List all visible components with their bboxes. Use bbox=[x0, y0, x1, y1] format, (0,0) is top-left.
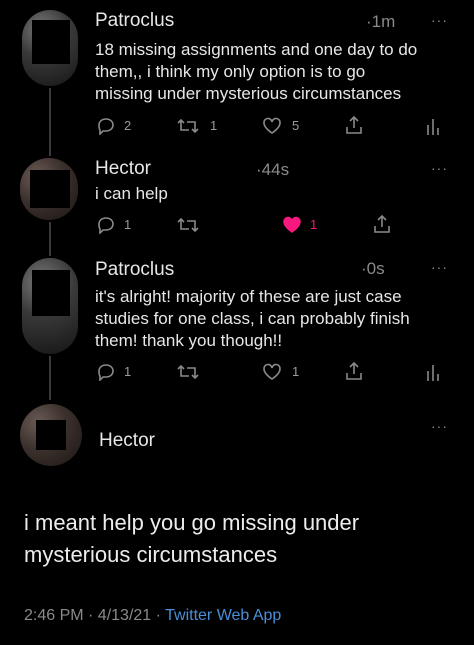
avatar[interactable] bbox=[22, 10, 78, 86]
retweet-count: 1 bbox=[210, 118, 218, 133]
avatar-redaction bbox=[36, 420, 66, 450]
tweet-text: 18 missing assignments and one day to do… bbox=[95, 39, 455, 105]
tweet-text-line: them,, i think my only option is to go bbox=[95, 62, 366, 81]
reply-count: 1 bbox=[124, 217, 132, 232]
avatar-redaction bbox=[30, 170, 70, 208]
tweet-time[interactable]: ·44s bbox=[256, 160, 289, 180]
author-name[interactable]: Patroclus bbox=[95, 259, 174, 281]
tweet-text: it's alright! majority of these are just… bbox=[95, 286, 455, 352]
retweet-icon[interactable] bbox=[176, 363, 200, 381]
timestamp[interactable]: 2:46 PM · 4/13/21 · bbox=[24, 607, 165, 624]
reply-icon[interactable] bbox=[96, 117, 116, 135]
avatar[interactable] bbox=[22, 258, 78, 354]
tweet-text-line: i can help bbox=[95, 184, 168, 203]
like-count: 1 bbox=[310, 217, 318, 232]
reply-count: 2 bbox=[124, 118, 132, 133]
author-name[interactable]: Hector bbox=[99, 430, 155, 452]
more-icon[interactable]: ··· bbox=[431, 160, 448, 176]
like-icon[interactable] bbox=[262, 117, 282, 135]
main-tweet-text: i meant help you go missing under myster… bbox=[24, 507, 454, 571]
like-icon[interactable] bbox=[262, 363, 282, 381]
source-app-link[interactable]: Twitter Web App bbox=[165, 607, 281, 624]
retweet-icon[interactable] bbox=[176, 117, 200, 135]
thread-line bbox=[49, 88, 51, 156]
more-icon[interactable]: ··· bbox=[431, 418, 448, 434]
reply-count: 1 bbox=[124, 364, 132, 379]
tweet-time[interactable]: ·0s bbox=[361, 259, 385, 279]
author-name[interactable]: Hector bbox=[95, 158, 151, 180]
reply-icon[interactable] bbox=[96, 363, 116, 381]
share-icon[interactable] bbox=[344, 361, 364, 381]
like-count: 1 bbox=[292, 364, 300, 379]
thread-line bbox=[49, 356, 51, 400]
tweet-text-line: missing under mysterious circumstances bbox=[95, 84, 402, 103]
tweet-text-line: 18 missing assignments and one day to do bbox=[95, 40, 418, 59]
avatar[interactable] bbox=[20, 158, 78, 220]
like-count: 5 bbox=[292, 118, 300, 133]
avatar-redaction bbox=[32, 270, 70, 316]
main-tweet-text-line: i meant help you go missing under bbox=[24, 510, 360, 535]
more-icon[interactable]: ··· bbox=[431, 259, 448, 275]
thread-line bbox=[49, 222, 51, 256]
avatar[interactable] bbox=[20, 404, 82, 466]
liked-heart-icon[interactable] bbox=[282, 216, 302, 234]
retweet-icon[interactable] bbox=[176, 216, 200, 234]
share-icon[interactable] bbox=[344, 115, 364, 135]
main-tweet-text-line: mysterious circumstances bbox=[24, 542, 278, 567]
share-icon[interactable] bbox=[372, 214, 392, 234]
more-icon[interactable]: ··· bbox=[431, 12, 448, 28]
reply-icon[interactable] bbox=[96, 216, 116, 234]
tweet-metadata: 2:46 PM · 4/13/21 · Twitter Web App bbox=[24, 607, 281, 625]
tweet-text-line: them! thank you though!! bbox=[95, 331, 283, 350]
avatar-redaction bbox=[32, 20, 70, 64]
analytics-icon[interactable] bbox=[426, 117, 440, 135]
author-name[interactable]: Patroclus bbox=[95, 10, 174, 32]
analytics-icon[interactable] bbox=[426, 363, 440, 381]
tweet-text: i can help bbox=[95, 183, 455, 205]
tweet-text-line: it's alright! majority of these are just… bbox=[95, 287, 402, 306]
tweet-text-line: studies for one class, i can probably fi… bbox=[95, 309, 410, 328]
tweet-time[interactable]: ·1m bbox=[366, 12, 395, 32]
